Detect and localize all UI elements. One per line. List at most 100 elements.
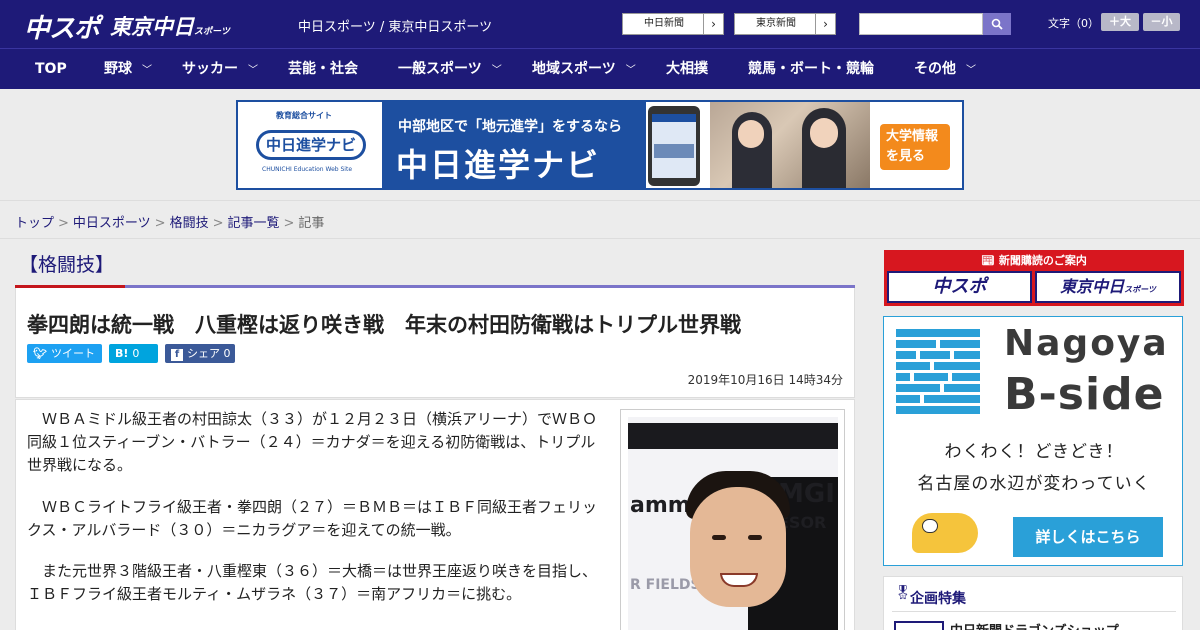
search-button[interactable]	[983, 13, 1011, 35]
article-photo[interactable]: MGI ESOR amm R FIELDS	[620, 409, 845, 630]
subscribe-tokyo-chunichi-button[interactable]: 東京中日スポーツ	[1035, 271, 1181, 303]
nav-label: TOP	[35, 61, 67, 77]
article-paragraph: ＷＢＣライトフライ級王者・拳四朗（２７）＝ＢＭＢ＝はＩＢＦ同級王者フェリックス・…	[27, 498, 598, 539]
nav-sumo[interactable]: 大相撲	[666, 49, 708, 89]
nav-label: 地域スポーツ	[532, 61, 616, 77]
breadcrumb-martial-arts[interactable]: 格闘技	[170, 216, 209, 231]
article-headline: 拳四朗は統一戦 八重樫は返り咲き戦 年末の村田防衛戦はトリプル世界戦	[27, 313, 741, 337]
breadcrumb-sep: >	[212, 216, 224, 231]
breadcrumb-sep: >	[283, 216, 295, 231]
article-date: 2019年10月16日 14時34分	[687, 373, 843, 387]
hatena-icon: B!	[115, 347, 129, 360]
breadcrumb: トップ > 中日スポーツ > 格闘技 > 記事一覧 > 記事	[15, 212, 324, 231]
newspaper-icon: 📰︎	[981, 254, 999, 267]
chuspo-logo[interactable]: 中スポ	[24, 8, 100, 45]
chevron-down-icon: ﹀	[142, 65, 152, 76]
tokyo-chunichi-logo-small: スポーツ	[194, 27, 230, 37]
breadcrumb-top[interactable]: トップ	[15, 216, 54, 231]
breadcrumb-article-list[interactable]: 記事一覧	[228, 216, 280, 231]
tokyo-chunichi-logo-text: 東京中日	[110, 15, 194, 39]
breadcrumb-bar: トップ > 中日スポーツ > 格闘技 > 記事一覧 > 記事	[0, 200, 1200, 239]
chevron-right-icon: ›	[815, 14, 835, 34]
bside-title2: B-side	[1004, 369, 1165, 420]
category-heading: 【格闘技】	[15, 240, 855, 288]
nav-label: 競馬・ボート・競輪	[748, 61, 874, 77]
subscription-header: 📰︎ 新聞購読のご案内	[884, 252, 1184, 268]
nav-racing[interactable]: 競馬・ボート・競輪	[748, 49, 874, 89]
site-link[interactable]: 中日スポーツ / 東京中日スポーツ	[298, 16, 492, 35]
banner-line2: 中日進学ナビ	[396, 146, 601, 184]
banner-logo-sub: CHUNICHI Education Web Site	[262, 166, 353, 173]
facebook-icon: f	[171, 349, 183, 361]
nav-general-sports[interactable]: 一般スポーツ ﹀	[398, 49, 502, 89]
banner-logo: 教育総合サイト 中日進学ナビ CHUNICHI Education Web Si…	[238, 102, 382, 188]
ribbon-icon: 🎖︎	[894, 585, 912, 601]
subscription-header-text: 新聞購読のご案内	[998, 254, 1087, 267]
chevron-right-icon: ›	[703, 14, 723, 34]
tweet-button[interactable]: 🐦︎ ツイート	[27, 344, 102, 363]
article-paragraph: ＷＢＡミドル級王者の村田諒太（３３）が１２月２３日（横浜アリーナ）でＷＢＯ同級１…	[27, 410, 598, 474]
main-nav: TOP 野球 ﹀ サッカー ﹀ 芸能・社会 一般スポーツ ﹀ 地域スポーツ ﹀ 大相撲 …	[0, 48, 1200, 89]
bside-title1: Nagoya	[1004, 323, 1169, 364]
subscribe-tokyo-chunichi-small: スポーツ	[1124, 285, 1156, 294]
tokyo-shimbun-button[interactable]: 東京新聞 ›	[734, 13, 836, 35]
search-icon	[991, 18, 1003, 30]
divider	[892, 611, 1176, 612]
banner-cta-area: 大学情報を見る	[870, 102, 962, 188]
nav-label: サッカー	[182, 61, 238, 77]
chevron-down-icon: ﹀	[625, 65, 636, 76]
chunichi-shimbun-label: 中日新聞	[644, 18, 684, 29]
font-larger-button[interactable]: ＋大	[1101, 13, 1139, 31]
subscribe-chuspo-button[interactable]: 中スポ	[887, 271, 1032, 303]
facebook-share-button[interactable]: f シェア 0	[165, 344, 235, 363]
chunichi-shimbun-button[interactable]: 中日新聞 ›	[622, 13, 724, 35]
tweet-label: ツイート	[50, 347, 95, 360]
bside-line1: わくわく！どきどき！	[944, 442, 1124, 462]
article-paragraph: また元世界３階級王者・八重樫東（３６）＝大橋＝は世界王座返り咲きを目指し、ＩＢＦ…	[27, 562, 598, 603]
chunichi-shingaku-navi-banner[interactable]: 教育総合サイト 中日進学ナビ CHUNICHI Education Web Si…	[236, 100, 964, 190]
feature-item-dragons-shop[interactable]: 中日新聞ドラゴンズショップ	[950, 620, 1119, 630]
breadcrumb-sep: >	[154, 216, 166, 231]
font-smaller-button[interactable]: －小	[1143, 13, 1180, 31]
banner-copy: 中部地区で「地元進学」をするなら 中日進学ナビ	[382, 102, 646, 188]
headline-box: 拳四朗は統一戦 八重樫は返り咲き戦 年末の村田防衛戦はトリプル世界戦 🐦︎ ツイー…	[15, 288, 855, 398]
nav-other[interactable]: その他 ﹀	[914, 49, 976, 89]
top-header: 中スポ 東京中日スポーツ 中日スポーツ / 東京中日スポーツ 中日新聞 › 東京…	[0, 0, 1200, 48]
chevron-down-icon: ﹀	[966, 65, 976, 76]
nav-top[interactable]: TOP	[35, 49, 67, 89]
nav-baseball[interactable]: 野球 ﹀	[104, 49, 152, 89]
facebook-share-label: シェア	[187, 347, 220, 360]
category-title: 【格闘技】	[19, 254, 115, 276]
subscribe-tokyo-chunichi-text: 東京中日	[1060, 277, 1125, 296]
article-body: ＷＢＡミドル級王者の村田諒太（３３）が１２月２３日（横浜アリーナ）でＷＢＯ同級１…	[15, 399, 855, 630]
banner-logo-small: 教育総合サイト	[276, 111, 332, 120]
chevron-down-icon: ﹀	[491, 65, 502, 76]
breadcrumb-current: 記事	[298, 216, 325, 231]
nav-label: 大相撲	[666, 61, 708, 77]
phone-image	[648, 106, 700, 186]
bside-details-button[interactable]: 詳しくはこちら	[1013, 517, 1163, 557]
breadcrumb-chunichi-sports[interactable]: 中日スポーツ	[73, 216, 151, 231]
subscription-box: 📰︎ 新聞購読のご案内 中スポ 東京中日スポーツ	[884, 250, 1184, 306]
hatena-count: 0	[132, 347, 140, 360]
hatena-bookmark-button[interactable]: B! 0	[109, 344, 158, 363]
facebook-count: 0	[223, 347, 231, 360]
font-size-label: 文字（0）	[1048, 17, 1099, 30]
chevron-down-icon: ﹀	[248, 65, 258, 76]
nav-label: その他	[914, 61, 956, 77]
feature-box: 🎖︎ 企画特集 中日新聞ドラゴンズショップ	[883, 576, 1183, 630]
search-input[interactable]	[859, 13, 983, 35]
nav-entertainment[interactable]: 芸能・社会	[288, 49, 358, 89]
nav-soccer[interactable]: サッカー ﹀	[182, 49, 258, 89]
feature-header: 企画特集	[910, 591, 966, 607]
nagoya-bside-ad[interactable]: Nagoya B-side わくわく！どきどき！ 名古屋の水辺が変わっていく 詳…	[883, 316, 1183, 566]
banner-line1: 中部地区で「地元進学」をするなら	[398, 119, 622, 135]
nav-local-sports[interactable]: 地域スポーツ ﹀	[532, 49, 636, 89]
tokyo-shimbun-label: 東京新聞	[756, 18, 796, 29]
students-photo	[710, 102, 870, 188]
twitter-icon: 🐦︎	[33, 347, 47, 360]
dragons-shop-thumbnail[interactable]	[894, 621, 944, 630]
tokyo-chunichi-logo[interactable]: 東京中日スポーツ	[110, 11, 230, 41]
nav-label: 一般スポーツ	[398, 61, 482, 77]
banner-cta-button[interactable]: 大学情報を見る	[880, 124, 950, 170]
